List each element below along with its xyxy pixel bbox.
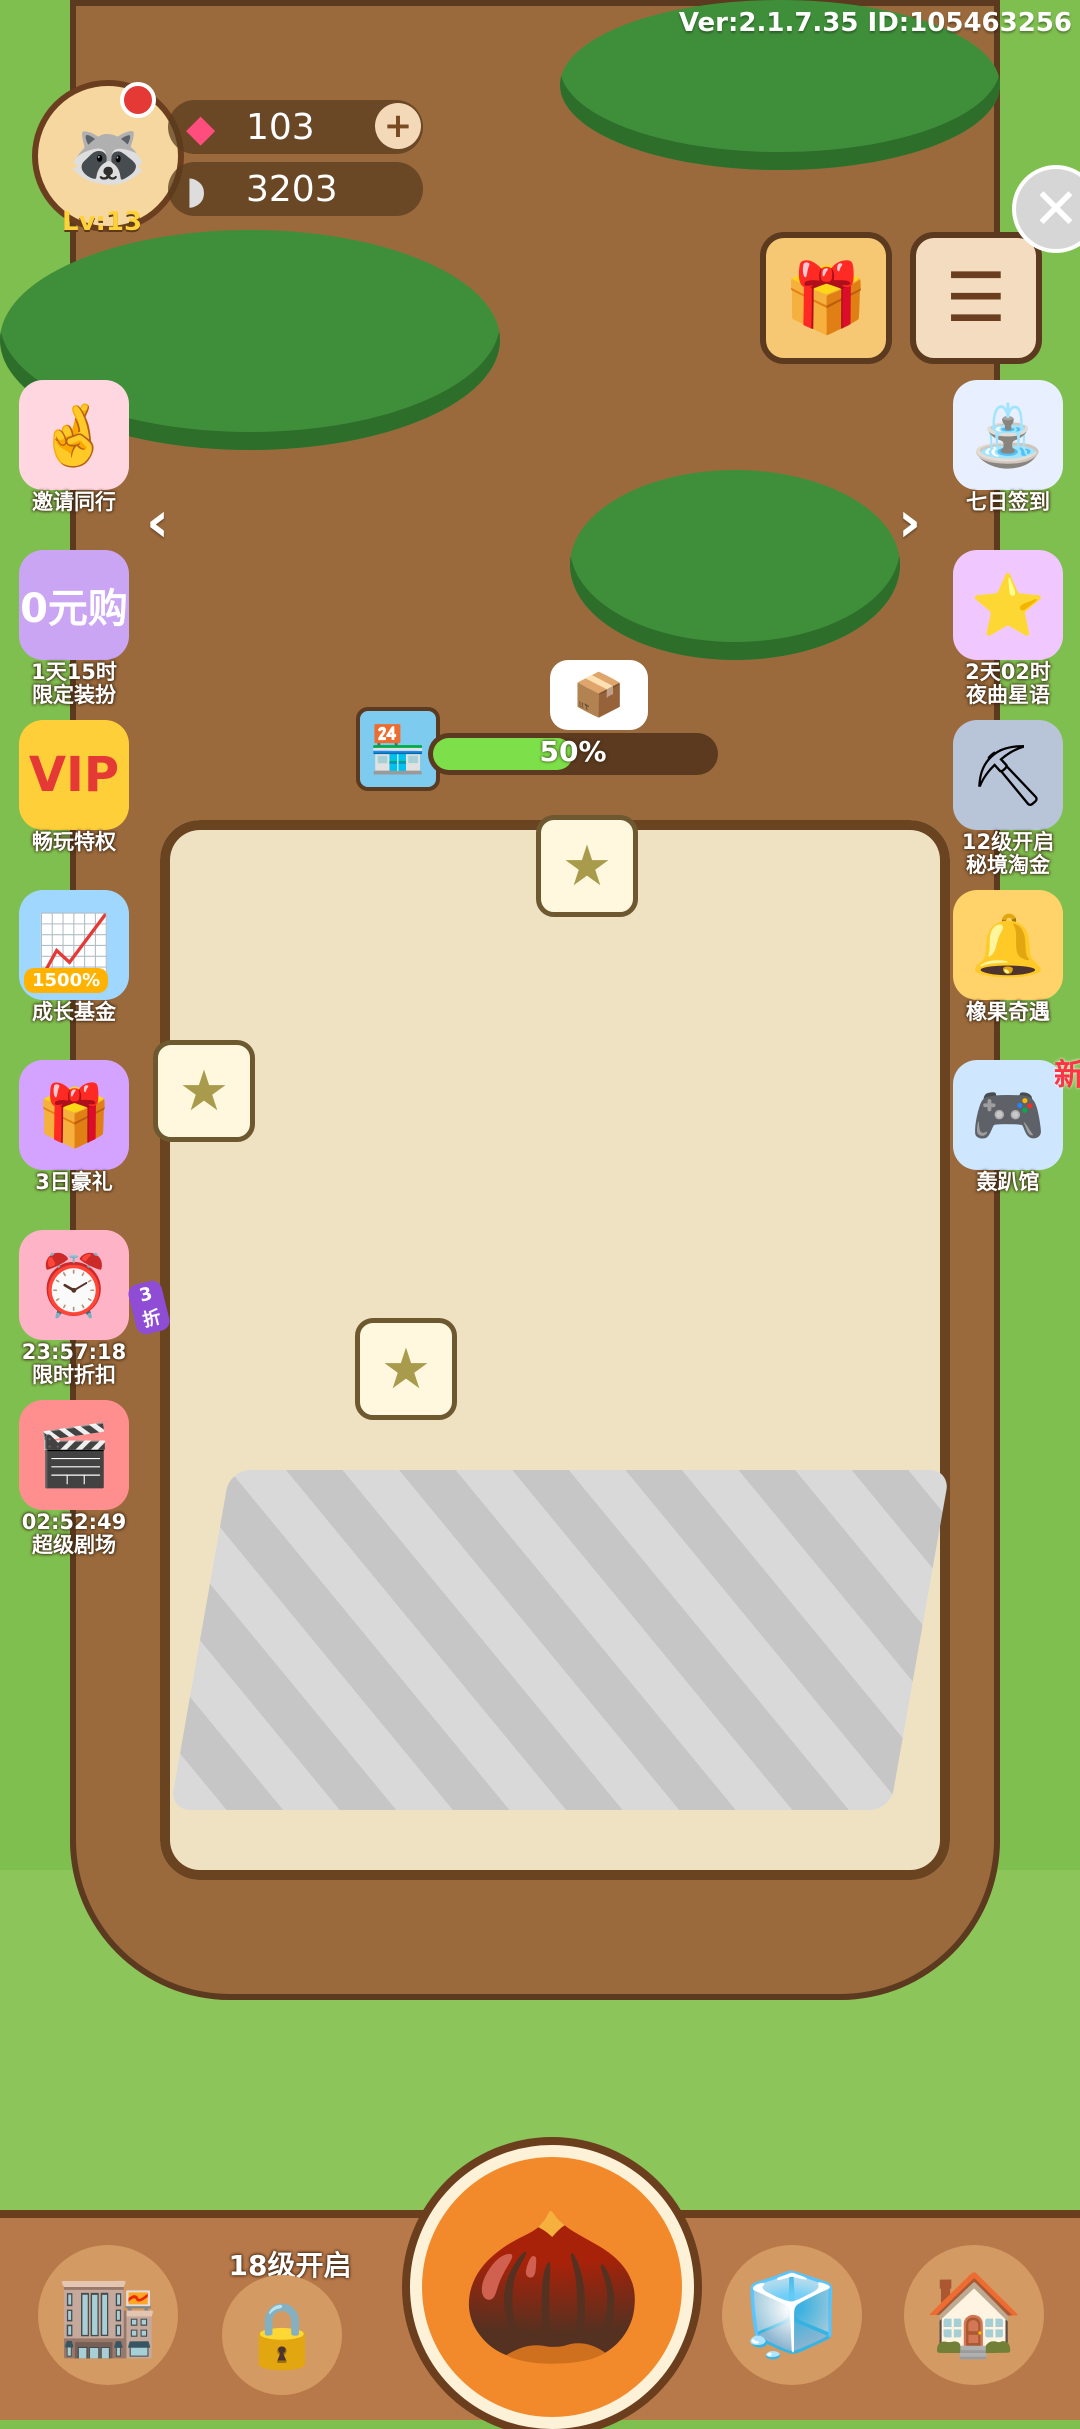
growth-fund-badge: 1500% [24, 968, 109, 993]
foliage-mid [570, 470, 900, 660]
crate-icon: 📦 [572, 670, 626, 719]
star-icon: ★ [561, 833, 613, 899]
gamepad-icon: 🎮 [953, 1060, 1063, 1170]
side-item-timer: 1天15时 [31, 660, 117, 684]
side-item-timer: 2天02时 [965, 660, 1051, 684]
house-icon: 🏠 [924, 2268, 1024, 2361]
gem-count: 103 [246, 106, 315, 148]
side-item-label: 成长基金 [32, 1000, 116, 1024]
seed-counter: ◗ 3203 [168, 162, 423, 216]
new-badge: 新 [1054, 1058, 1080, 1093]
crate-bubble[interactable]: 📦 [550, 660, 648, 730]
acorn-icon: 🌰 [458, 2200, 646, 2374]
side-item-theater[interactable]: 🎬 02:52:49 超级剧场 [4, 1400, 144, 1570]
side-item-nocturne[interactable]: ⭐ 2天02时 夜曲星语 [938, 550, 1078, 720]
add-gems-button[interactable]: + [375, 103, 421, 149]
side-item-timer: 02:52:49 [21, 1510, 127, 1534]
sunflower-seed-icon: ◗ [186, 168, 207, 212]
lock-icon: 🔒 [242, 2298, 322, 2373]
zero-yuan-buy-icon: 0元购 [19, 550, 129, 660]
star-icon: ★ [178, 1058, 230, 1124]
shop-progress-text: 50% [539, 735, 607, 768]
side-item-unlock-level: 12级开启 [961, 830, 1055, 854]
side-item-label: 橡果奇遇 [966, 1000, 1050, 1024]
shop-icon: 🏬 [58, 2268, 158, 2361]
side-item-invite[interactable]: 🤞 邀请同行 [4, 380, 144, 550]
side-item-flash-sale[interactable]: ⏰ 3折 23:57:18 限时折扣 [4, 1230, 172, 1400]
gift-icon: 🎁 [783, 259, 869, 338]
side-item-label: 超级剧场 [32, 1533, 116, 1557]
seven-day-signin-icon: ⛲ [953, 380, 1063, 490]
acorn-bell-icon: 🔔 [953, 890, 1063, 1000]
game-scene [0, 0, 1080, 2412]
side-item-label: 限定装扮 [32, 683, 116, 707]
vip-privilege-icon: VIP [19, 720, 129, 830]
side-item-party-hall[interactable]: 🎮 新 轰趴馆 [938, 1058, 1080, 1230]
alarm-clock-icon: ⏰ [19, 1230, 129, 1340]
side-item-label: 七日签到 [966, 490, 1050, 514]
cube-button[interactable]: 🧊 [722, 2245, 862, 2385]
mine-cart-icon: ⛏ [953, 720, 1063, 830]
side-item-label: 限时折扣 [32, 1363, 116, 1387]
star-icon: ★ [380, 1336, 432, 1402]
star-bubble[interactable]: ★ [355, 1318, 457, 1420]
side-item-acorn-adventure[interactable]: 🔔 橡果奇遇 [938, 890, 1078, 1060]
locked-feature-button[interactable]: 🔒 [222, 2275, 342, 2395]
gem-icon: ◆ [186, 106, 216, 150]
left-side-menu: 🤞 邀请同行 0元购 1天15时 限定装扮 VIP 畅玩特权 📈 1500% 成… [4, 380, 172, 1570]
side-item-timer: 23:57:18 [21, 1340, 127, 1364]
raccoon-avatar-icon: 🦝 [68, 119, 148, 194]
shop-button[interactable]: 🏬 [38, 2245, 178, 2385]
side-item-vip[interactable]: VIP 畅玩特权 [4, 720, 144, 890]
star-net-icon: ⭐ [953, 550, 1063, 660]
side-item-gold-mine[interactable]: ⛏ 12级开启 秘境淘金 [938, 720, 1078, 890]
invite-hand-icon: 🤞 [19, 380, 129, 490]
cube-icon: 🧊 [742, 2268, 842, 2361]
star-bubble[interactable]: ★ [536, 815, 638, 917]
notification-dot [120, 82, 156, 118]
player-level: Lv:13 [62, 207, 143, 237]
version-text: Ver:2.1.7.35 ID:105463256 [678, 8, 1072, 38]
side-item-label: 畅玩特权 [32, 830, 116, 854]
acorn-main-button[interactable]: 🌰 [410, 2145, 694, 2429]
side-item-label: 邀请同行 [32, 490, 116, 514]
side-item-signin[interactable]: ⛲ 七日签到 [938, 380, 1078, 550]
side-item-label: 秘境淘金 [966, 853, 1050, 877]
right-arrow-icon[interactable]: › [898, 490, 921, 555]
side-item-label: 3日豪礼 [35, 1170, 113, 1194]
right-side-menu: ⛲ 七日签到 ⭐ 2天02时 夜曲星语 ⛏ 12级开启 秘境淘金 🔔 橡果奇遇 … [938, 380, 1080, 1230]
menu-button[interactable]: ☰ [910, 232, 1042, 364]
star-bubble[interactable]: ★ [153, 1040, 255, 1142]
side-item-label: 夜曲星语 [966, 683, 1050, 707]
home-button[interactable]: 🏠 [904, 2245, 1044, 2385]
gift-box-icon: 🎁 [19, 1060, 129, 1170]
side-item-zero-buy[interactable]: 0元购 1天15时 限定装扮 [4, 550, 144, 720]
menu-icon: ☰ [945, 258, 1007, 338]
side-item-three-day-gift[interactable]: 🎁 3日豪礼 [4, 1060, 144, 1230]
side-item-growth-fund[interactable]: 📈 1500% 成长基金 [4, 890, 144, 1060]
left-arrow-icon[interactable]: ‹ [146, 490, 169, 555]
seed-count: 3203 [246, 168, 338, 210]
side-item-label: 轰趴馆 [976, 1170, 1040, 1194]
gift-button[interactable]: 🎁 [760, 232, 892, 364]
theater-icon: 🎬 [19, 1400, 129, 1510]
shop-room[interactable] [160, 820, 950, 1880]
shop-floor [170, 1470, 950, 1810]
